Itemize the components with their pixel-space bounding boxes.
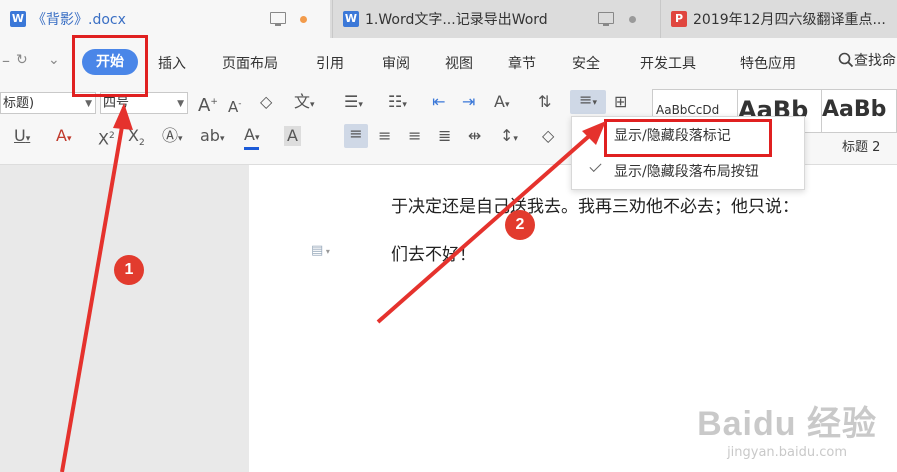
paragraph-mark-toggle[interactable]: ≡▾ — [570, 90, 606, 114]
phonetic-guide-icon[interactable]: 文▾ — [294, 92, 315, 115]
checkmark-icon — [589, 159, 602, 173]
menu-item-toggle-layout-buttons[interactable]: 显示/隐藏段落布局按钮 — [572, 155, 804, 185]
strikethrough-icon[interactable]: A▾ — [56, 126, 71, 149]
pdf-doc-icon: P — [671, 11, 687, 27]
sort-icon[interactable]: ⇅ — [538, 92, 551, 112]
align-center-icon[interactable]: ≡ — [378, 126, 391, 146]
document-line: 于决定还是自己送我去。我再三劝他不必去；他只说： — [391, 197, 799, 217]
distributed-icon[interactable]: ⇹ — [468, 126, 481, 146]
superscript-icon[interactable]: X2 — [98, 126, 115, 149]
style-preview-text: AaBbCcDd — [656, 103, 720, 117]
tab-page-layout[interactable]: 页面布局 — [222, 53, 278, 73]
line-spacing-icon[interactable]: ↕▾ — [500, 126, 518, 149]
style-combo-value: 标题) — [3, 96, 35, 111]
customize-quick-access-icon[interactable]: ⌄ — [48, 52, 60, 68]
tab-title: 2019年12月四六级翻译重点... — [693, 12, 886, 28]
tab-document-pdf[interactable]: P 2019年12月四六级翻译重点... — [660, 0, 897, 38]
clear-format-icon[interactable]: ◇ — [260, 92, 272, 112]
align-right-icon[interactable]: ≡ — [408, 126, 421, 146]
tab-bar: W 《背影》.docx W 1.Word文字...记录导出Word P 2019… — [0, 0, 897, 38]
annotation-badge-2: 2 — [505, 210, 535, 240]
baidu-watermark: Baidu 经验 jingyan.baidu.com — [697, 396, 877, 460]
monitor-icon[interactable] — [598, 12, 614, 26]
tab-security[interactable]: 安全 — [572, 53, 600, 73]
search-icon — [838, 52, 854, 68]
justify-icon[interactable]: ≣ — [438, 126, 451, 146]
tab-special-apps[interactable]: 特色应用 — [740, 53, 796, 73]
underline-icon[interactable]: U▾ — [14, 126, 30, 149]
word-doc-icon: W — [343, 11, 359, 27]
decrease-indent-icon[interactable]: ⇤ — [432, 92, 445, 112]
font-size-value: 四号 — [103, 96, 130, 111]
search-label: 查找命 — [854, 53, 896, 69]
monitor-icon[interactable] — [270, 12, 286, 26]
dropdown-arrow-icon: ▼ — [177, 99, 184, 109]
highlight-icon[interactable]: ab▾ — [200, 126, 225, 149]
shrink-font-icon[interactable]: A- — [228, 94, 242, 117]
font-color-icon[interactable]: A▾ — [244, 126, 260, 150]
bullet-list-icon[interactable]: ☰▾ — [344, 92, 363, 115]
unsaved-dot-icon — [300, 16, 307, 23]
align-left-icon[interactable]: ≡ — [344, 124, 368, 148]
numbered-list-icon[interactable]: ☷▾ — [388, 92, 407, 115]
tab-title: 《背影》.docx — [32, 12, 126, 28]
redo-icon[interactable]: ↻ — [16, 52, 28, 68]
paragraph-layout-icon[interactable]: ▤ ▾ — [311, 243, 330, 258]
tab-document-beiying[interactable]: W 《背影》.docx — [0, 0, 330, 38]
tab-developer-tools[interactable]: 开发工具 — [640, 53, 696, 73]
status-dot-icon — [629, 16, 636, 23]
watermark-brand: Baidu 经验 — [697, 405, 877, 443]
document-line: 们去不好！ — [391, 245, 476, 265]
style-heading2-preview[interactable]: AaBb — [822, 89, 897, 133]
annotation-box-start — [72, 35, 148, 97]
annotation-box-menu-item — [604, 119, 772, 157]
increase-indent-icon[interactable]: ⇥ — [462, 92, 475, 112]
watermark-url: jingyan.baidu.com — [727, 445, 848, 460]
style-name-heading2: 标题 2 — [842, 140, 881, 155]
char-shading-icon[interactable]: A — [284, 126, 301, 146]
grow-font-icon[interactable]: A+ — [198, 92, 218, 116]
tab-view[interactable]: 视图 — [445, 53, 473, 73]
word-doc-icon: W — [10, 11, 26, 27]
tab-insert[interactable]: 插入 — [158, 53, 186, 73]
document-left-margin — [0, 165, 248, 472]
tab-chapter[interactable]: 章节 — [508, 53, 536, 73]
menu-item-label: 显示/隐藏段落布局按钮 — [614, 164, 759, 180]
annotation-badge-1: 1 — [114, 255, 144, 285]
shading-icon[interactable]: ◇ — [542, 126, 554, 146]
borders-icon[interactable]: ⊞ — [614, 92, 627, 112]
text-effect-icon[interactable]: Ⓐ▾ — [162, 126, 183, 149]
tab-document-word-export[interactable]: W 1.Word文字...记录导出Word — [332, 0, 648, 38]
redo-dash-icon[interactable]: – — [2, 51, 10, 70]
text-direction-icon[interactable]: A▾ — [494, 92, 509, 115]
tab-review[interactable]: 审阅 — [382, 53, 410, 73]
style-preview-text: AaBb — [822, 97, 887, 122]
tab-title: 1.Word文字...记录导出Word — [365, 12, 548, 28]
search-command[interactable]: 查找命 — [838, 50, 896, 70]
tab-references[interactable]: 引用 — [316, 53, 344, 73]
subscript-icon[interactable]: X2 — [128, 126, 145, 153]
